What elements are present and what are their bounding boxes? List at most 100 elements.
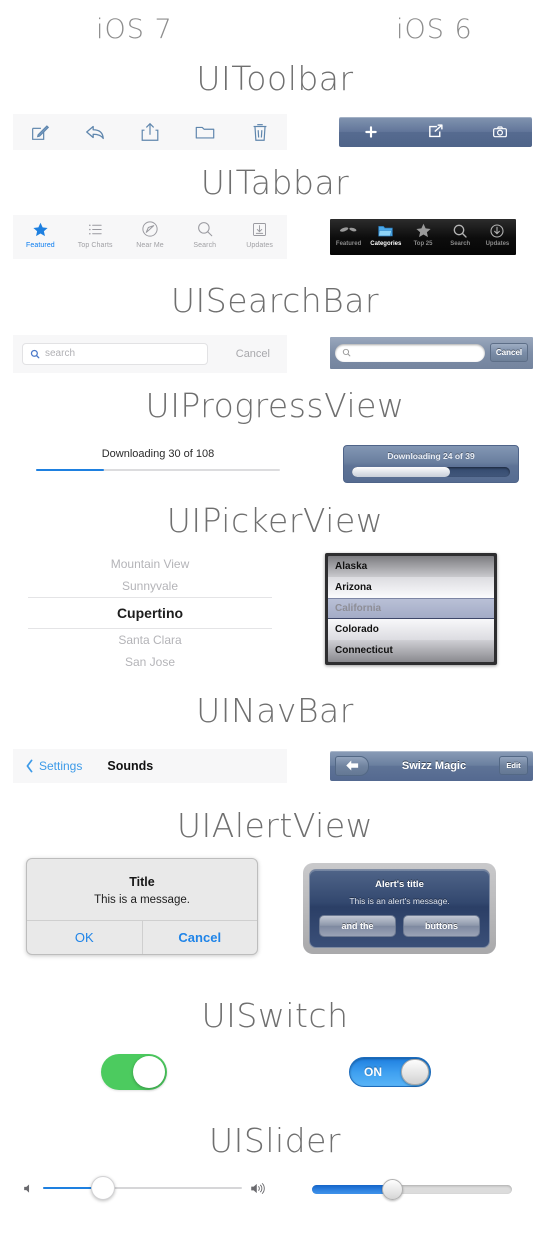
picker-row-selected[interactable]: Cupertino (28, 596, 272, 629)
ios6-progress-pane: Downloading 24 of 39 (343, 444, 519, 483)
ios-comparison-page: iOS 7 iOS 6 UIToolbar UITabbar Featured … (0, 0, 550, 1253)
section-title-alertview: UIAlertView (176, 806, 374, 845)
download-icon (251, 219, 268, 240)
reply-icon[interactable] (84, 121, 106, 143)
tab-item-featured[interactable]: Featured (13, 215, 68, 249)
ios6-switch[interactable]: ON (349, 1056, 431, 1087)
picker-row[interactable]: Colorado (328, 619, 494, 641)
picker-inner: Alaska Arizona California Colorado Conne… (328, 555, 494, 662)
ios7-tabbar[interactable]: Featured Top Charts Near Me Search Updat… (13, 214, 287, 259)
alert-buttons: and the buttons (319, 914, 480, 937)
tab-item-top-charts[interactable]: Top Charts (68, 215, 123, 249)
alert-buttons: OK Cancel (27, 919, 258, 954)
ios6-toolbar[interactable] (339, 116, 532, 147)
ios6-toolbar-slot-camera[interactable] (468, 124, 532, 140)
ios6-slider[interactable] (312, 1178, 512, 1200)
tab-item-top-25[interactable]: Top 25 (404, 219, 441, 247)
back-button[interactable] (335, 755, 369, 776)
download-icon (489, 222, 505, 240)
section-slider: UISlider (0, 1123, 550, 1242)
volume-min-icon (24, 1184, 30, 1193)
tab-item-updates[interactable]: Updates (232, 215, 287, 249)
ios6-pickerview[interactable]: Alaska Arizona California Colorado Conne… (325, 552, 497, 665)
search-input[interactable] (335, 343, 485, 362)
edit-button[interactable]: Edit (499, 756, 528, 776)
share-icon[interactable] (427, 123, 444, 140)
slider-knob[interactable] (90, 1176, 115, 1201)
ios7-switch[interactable] (101, 1053, 167, 1090)
slider-demo-row (0, 1176, 550, 1236)
slider-knob[interactable] (382, 1178, 403, 1200)
ios7-progressview: Downloading 30 of 108 (36, 448, 280, 471)
progress-caption: Downloading 30 of 108 (101, 447, 215, 460)
cancel-button[interactable]: Cancel (236, 348, 270, 360)
ios6-searchbar[interactable]: Cancel (330, 336, 533, 369)
tab-label: Updates (246, 241, 273, 249)
ios6-toolbar-slot-plus[interactable] (339, 124, 403, 140)
tab-item-search[interactable]: Search (177, 215, 232, 249)
star-icon (32, 219, 49, 240)
ios7-toolbar-pane (13, 113, 287, 150)
ios7-navbar[interactable]: Settings Sounds (13, 748, 287, 783)
folder-icon (377, 222, 394, 240)
star-icon (415, 222, 432, 240)
ios6-alertview: Alert's title This is an alert's message… (303, 862, 496, 954)
tab-item-updates[interactable]: Updates (479, 219, 516, 247)
ios6-progressview: Downloading 24 of 39 (343, 444, 519, 483)
slider-fill (312, 1184, 392, 1194)
alert-button-1[interactable]: and the (319, 914, 396, 937)
cancel-button[interactable]: Cancel (490, 343, 528, 363)
progress-caption: Downloading 24 of 39 (387, 450, 475, 461)
picker-row[interactable]: Alaska (328, 555, 494, 577)
back-button-label[interactable]: Settings (39, 759, 82, 773)
tab-item-search[interactable]: Search (442, 219, 479, 247)
alert-cancel-button[interactable]: Cancel (141, 920, 258, 954)
sparkle-icon (339, 222, 358, 240)
ios6-switch-pane: ON (349, 1056, 431, 1087)
trash-icon[interactable] (249, 121, 271, 143)
progress-track (352, 466, 510, 477)
share-icon[interactable] (139, 121, 161, 143)
slider-track[interactable] (312, 1178, 512, 1200)
navbar-demo-row: Settings Sounds Swizz Magic Edit (0, 748, 550, 807)
tab-item-featured[interactable]: Featured (330, 219, 367, 247)
ios7-slider-pane (22, 1176, 266, 1201)
ios7-toolbar[interactable] (13, 113, 287, 150)
picker-row[interactable]: San Jose (28, 651, 272, 673)
compose-icon[interactable] (29, 121, 51, 143)
folder-icon[interactable] (194, 121, 216, 143)
tab-item-categories[interactable]: Categories (367, 219, 404, 247)
ios6-navbar-pane: Swizz Magic Edit (330, 750, 533, 781)
picker-row-selected[interactable]: California (328, 598, 494, 620)
plus-icon[interactable] (363, 124, 379, 140)
picker-row[interactable]: Santa Clara (28, 629, 272, 651)
search-icon (452, 222, 468, 240)
picker-row[interactable]: Connecticut (328, 640, 494, 662)
ios7-pickerview[interactable]: Mountain View Sunnyvale Cupertino Santa … (28, 553, 272, 673)
picker-row[interactable]: Sunnyvale (28, 575, 272, 597)
ios7-searchbar-pane: search Cancel (13, 334, 287, 373)
picker-row[interactable]: Mountain View (28, 553, 272, 575)
ios7-slider[interactable] (22, 1176, 266, 1201)
slider-track[interactable] (43, 1176, 242, 1201)
ios7-navbar-pane: Settings Sounds (13, 748, 287, 783)
tab-label: Updates (485, 240, 510, 247)
picker-row[interactable]: Arizona (328, 576, 494, 599)
switch-knob (133, 1055, 165, 1088)
alert-ok-button[interactable]: OK (27, 921, 142, 954)
tab-item-near-me[interactable]: Near Me (123, 215, 178, 249)
ios6-navbar[interactable]: Swizz Magic Edit (330, 750, 533, 781)
ios6-toolbar-slot-share[interactable] (403, 123, 467, 140)
section-title-pickerview: UIPickerView (166, 501, 384, 540)
ios6-alert-pane: Alert's title This is an alert's message… (303, 862, 496, 954)
tab-label: Top 25 (413, 240, 433, 247)
camera-icon[interactable] (492, 124, 508, 140)
alert-button-2[interactable]: buttons (403, 914, 480, 937)
section-pickerview: UIPickerView Mountain View Sunnyvale Cup… (0, 501, 550, 694)
ios6-tabbar[interactable]: Featured Categories Top 25 Search Update… (330, 218, 516, 255)
chevron-left-icon[interactable] (25, 759, 34, 773)
ios7-searchbar[interactable]: search Cancel (13, 334, 287, 373)
section-searchbar: UISearchBar search Cancel Cancel (0, 283, 550, 389)
search-input[interactable]: search (22, 342, 208, 365)
platform-label-ios6: iOS 6 (396, 14, 473, 45)
